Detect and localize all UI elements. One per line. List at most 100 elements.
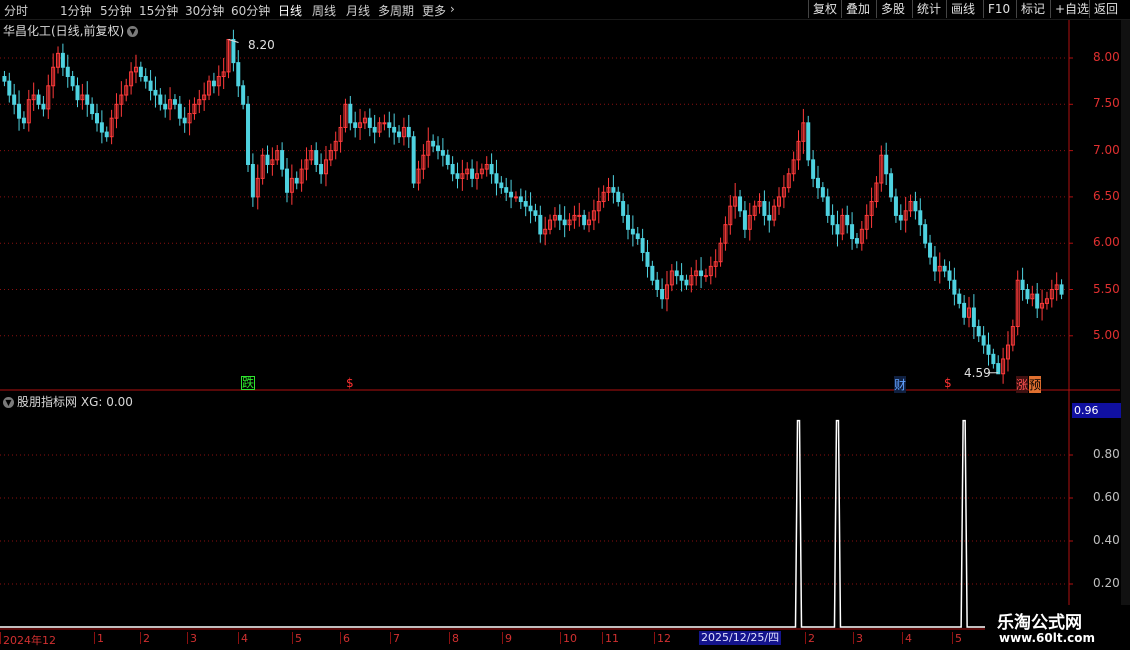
back-button[interactable]: 返回 bbox=[1089, 0, 1122, 18]
date-month-label: 12 bbox=[657, 632, 671, 645]
chart-grid bbox=[0, 57, 1068, 585]
tab-period-weekly[interactable]: 周线 bbox=[312, 2, 336, 19]
f10-button[interactable]: F10 bbox=[983, 0, 1014, 18]
tab-period-daily[interactable]: 日线 bbox=[278, 2, 302, 19]
event-tag-dividend[interactable]: $ bbox=[346, 376, 354, 390]
date-separator bbox=[449, 632, 450, 644]
candle-body bbox=[1054, 284, 1059, 290]
chevron-down-icon[interactable]: ▼ bbox=[127, 26, 139, 37]
candle-body bbox=[12, 94, 17, 105]
event-tag-drop[interactable]: 跌 bbox=[241, 376, 256, 390]
candle-body bbox=[314, 150, 319, 165]
candle-body bbox=[41, 103, 46, 110]
candle-body bbox=[1015, 279, 1020, 328]
candle-body bbox=[465, 168, 470, 175]
candle-body bbox=[353, 122, 358, 128]
candle-body bbox=[7, 80, 12, 96]
date-month-label: 4 bbox=[241, 632, 248, 645]
candle-body bbox=[601, 191, 606, 203]
watermark-url: www.60lt.com bbox=[999, 631, 1096, 645]
low-price-label: 4.59 bbox=[964, 366, 991, 380]
indicator-current-value: 0.96 bbox=[1072, 403, 1122, 418]
candle-body bbox=[182, 117, 187, 124]
candle-body bbox=[143, 76, 148, 82]
candle-body bbox=[284, 168, 289, 193]
candle-body bbox=[625, 214, 630, 230]
candle-body bbox=[94, 113, 99, 124]
price-tick-label: 5.50 bbox=[1093, 281, 1120, 296]
candle-body bbox=[777, 196, 782, 207]
tab-period-60min[interactable]: 60分钟 bbox=[231, 2, 270, 19]
candle-body bbox=[338, 126, 343, 142]
candle-body bbox=[226, 38, 231, 73]
candle-body bbox=[104, 131, 109, 138]
side-panel-strip[interactable] bbox=[1121, 20, 1130, 630]
candle-body bbox=[893, 196, 898, 216]
add-watchlist-button[interactable]: +自选 bbox=[1050, 0, 1093, 18]
tab-period-monthly[interactable]: 月线 bbox=[346, 2, 370, 19]
tab-period-5min[interactable]: 5分钟 bbox=[100, 2, 132, 19]
candle-body bbox=[684, 279, 689, 286]
event-tag-finance[interactable]: 财 bbox=[894, 376, 907, 393]
stock-title[interactable]: 华昌化工(日线,前复权) ▼ bbox=[3, 22, 139, 39]
multi-stock-button[interactable]: 多股 bbox=[876, 0, 909, 18]
candle-body bbox=[538, 214, 543, 235]
candle-body bbox=[733, 196, 738, 207]
indicator-tick-label: 0.80 bbox=[1093, 447, 1120, 461]
candle-body bbox=[207, 80, 212, 96]
candle-body bbox=[289, 177, 294, 193]
event-tag-forecast[interactable]: 预 bbox=[1029, 376, 1042, 393]
restore-rights-button[interactable]: 复权 bbox=[808, 0, 841, 18]
candle-body bbox=[168, 99, 173, 110]
event-tag-rise[interactable]: 涨 bbox=[1016, 376, 1029, 393]
date-separator bbox=[560, 632, 561, 644]
tab-period-30min[interactable]: 30分钟 bbox=[185, 2, 224, 19]
chevron-down-icon[interactable]: ▼ bbox=[3, 397, 14, 408]
candle-body bbox=[806, 122, 811, 161]
tab-period-multi[interactable]: 多周期 bbox=[378, 2, 414, 19]
candle-body bbox=[533, 210, 538, 216]
candle-body bbox=[474, 173, 479, 179]
candle-body bbox=[859, 228, 864, 244]
candle-body bbox=[294, 177, 299, 184]
indicator-title[interactable]: ▼ 股朋指标网 XG: 0.00 bbox=[3, 393, 133, 410]
candle-body bbox=[513, 196, 518, 199]
candle-body bbox=[772, 205, 777, 221]
candle-body bbox=[528, 205, 533, 212]
candle-body bbox=[786, 173, 791, 189]
candle-body bbox=[908, 201, 913, 212]
candle-body bbox=[1035, 293, 1040, 309]
mark-button[interactable]: 标记 bbox=[1016, 0, 1049, 18]
candle-body bbox=[479, 168, 484, 175]
candle-body bbox=[187, 113, 192, 124]
chevron-right-icon[interactable]: › bbox=[450, 2, 455, 16]
price-chart[interactable] bbox=[0, 0, 1130, 650]
candle-body bbox=[840, 214, 845, 235]
candle-body bbox=[436, 145, 441, 152]
candle-body bbox=[445, 154, 450, 165]
candle-body bbox=[708, 265, 713, 277]
candle-body bbox=[392, 126, 397, 133]
candle-body bbox=[36, 94, 41, 105]
date-separator bbox=[340, 632, 341, 644]
candle-body bbox=[845, 214, 850, 226]
tab-period-1min[interactable]: 1分钟 bbox=[60, 2, 92, 19]
candle-body bbox=[177, 103, 182, 119]
tab-period-15min[interactable]: 15分钟 bbox=[139, 2, 178, 19]
signal-line bbox=[0, 419, 1068, 628]
tab-period-more[interactable]: 更多 bbox=[422, 2, 446, 19]
candle-body bbox=[630, 228, 635, 235]
date-separator bbox=[654, 632, 655, 644]
event-tag-dividend-2[interactable]: $ bbox=[944, 376, 952, 390]
date-month-label: 8 bbox=[452, 632, 459, 645]
candle-body bbox=[679, 275, 684, 281]
indicator-value: XG: 0.00 bbox=[80, 395, 133, 409]
overlay-button[interactable]: 叠加 bbox=[841, 0, 874, 18]
candle-body bbox=[976, 326, 981, 337]
tab-period-timeshare[interactable]: 分时 bbox=[4, 2, 28, 19]
statistics-button[interactable]: 统计 bbox=[912, 0, 945, 18]
date-month-label: 2 bbox=[808, 632, 815, 645]
candle-body bbox=[962, 302, 967, 318]
candle-body bbox=[889, 173, 894, 198]
draw-line-button[interactable]: 画线 bbox=[946, 0, 979, 18]
